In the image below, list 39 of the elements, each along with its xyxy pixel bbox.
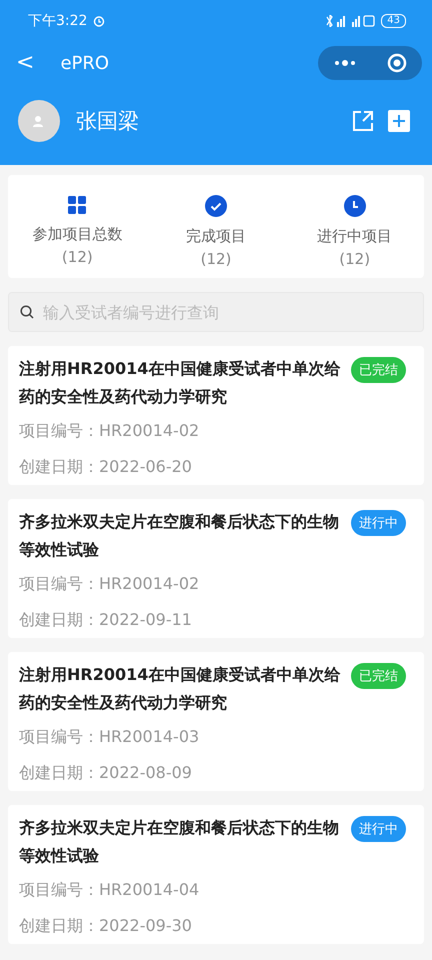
project-code: 项目编号：HR20014-04	[19, 879, 200, 901]
created-date: 创建日期：2022-06-20	[19, 456, 193, 478]
project-code: 项目编号：HR20014-02	[19, 420, 200, 442]
page-title: ePRO	[60, 52, 110, 74]
signal-icon	[325, 15, 376, 27]
project-title: 齐多拉米双夫定片在空腹和餐后状态下的生物等效性试验	[19, 817, 340, 867]
project-card[interactable]: 齐多拉米双夫定片在空腹和餐后状态下的生物等效性试验 进行中 项目编号：HR20014-04 创建日期：2022-09-30	[8, 805, 424, 944]
person-icon	[32, 114, 46, 126]
project-title: 注射用HR20014在中国健康受试者中单次给药的安全性及药代动力学研究	[19, 358, 342, 408]
add-icon[interactable]	[388, 110, 410, 132]
stat-label: 进行中项目	[317, 227, 392, 246]
stat-label: 完成项目	[186, 227, 246, 246]
user-name: 张国梁	[76, 108, 139, 134]
grid-icon	[67, 195, 88, 215]
search-icon	[20, 305, 34, 319]
more-icon[interactable]	[334, 60, 356, 66]
project-title: 齐多拉米双夫定片在空腹和餐后状态下的生物等效性试验	[19, 511, 340, 561]
project-code: 项目编号：HR20014-02	[19, 573, 200, 595]
created-date: 创建日期：2022-09-11	[19, 609, 193, 631]
status-badge: 已完结	[351, 663, 406, 689]
status-badge: 已完结	[351, 357, 406, 383]
status-badge: 进行中	[351, 816, 406, 842]
project-code: 项目编号：HR20014-03	[19, 726, 200, 748]
clock-icon	[344, 195, 366, 217]
project-card[interactable]: 注射用HR20014在中国健康受试者中单次给药的安全性及药代动力学研究 已完结 项目编号：HR20014-03 创建日期：2022-08-09	[8, 652, 424, 791]
project-title: 注射用HR20014在中国健康受试者中单次给药的安全性及药代动力学研究	[19, 664, 342, 714]
stat-count: (12)	[339, 250, 370, 268]
battery-level: 43	[381, 14, 406, 28]
check-circle-icon	[204, 195, 227, 217]
project-card[interactable]: 齐多拉米双夫定片在空腹和餐后状态下的生物等效性试验 进行中 项目编号：HR20014-02 创建日期：2022-09-11	[8, 499, 424, 638]
created-date: 创建日期：2022-08-09	[19, 762, 193, 784]
status-time: 下午3:22	[28, 12, 88, 30]
project-card[interactable]: 注射用HR20014在中国健康受试者中单次给药的安全性及药代动力学研究 已完结 项目编号：HR20014-02 创建日期：2022-06-20	[8, 346, 424, 485]
share-icon[interactable]	[352, 110, 374, 132]
created-date: 创建日期：2022-09-30	[19, 915, 193, 937]
stat-count: (12)	[62, 248, 93, 266]
stat-count: (12)	[200, 250, 232, 268]
status-badge: 进行中	[351, 510, 406, 536]
stat-label: 参加项目总数	[32, 225, 122, 244]
